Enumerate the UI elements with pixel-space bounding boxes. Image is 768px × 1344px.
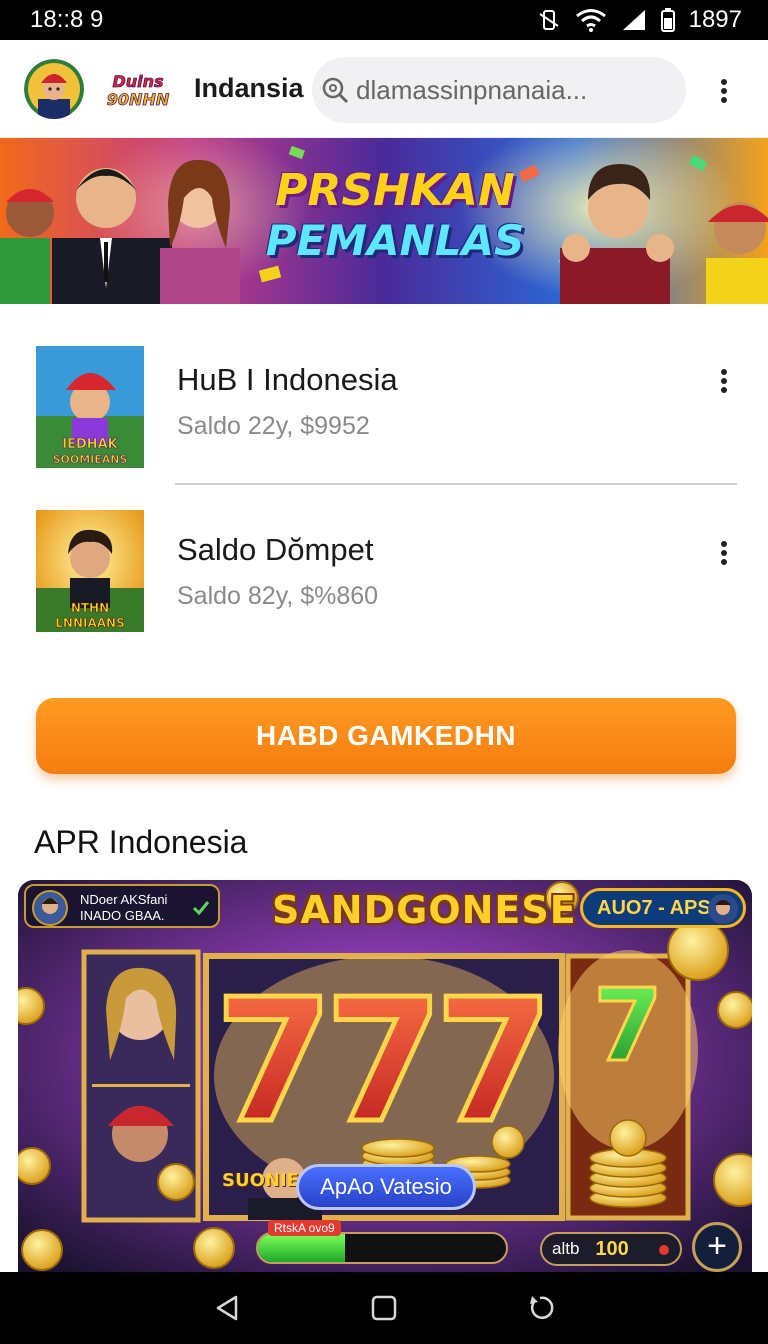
thumb-caption-line2: SOOMIEANS xyxy=(53,453,128,466)
wallet-more-icon[interactable] xyxy=(714,538,734,568)
back-icon xyxy=(216,1295,238,1321)
banner-line1: PRSHKAN xyxy=(275,165,515,216)
search-icon xyxy=(322,77,349,104)
thumb-caption-line1: NTHN xyxy=(71,601,109,615)
record-icon xyxy=(659,1245,669,1255)
wallet-title: HuB I Indonesia xyxy=(177,362,398,397)
player-name: NDoer AKSfani xyxy=(80,892,168,907)
primary-cta-button[interactable]: HABD GAMKEDHN xyxy=(36,698,736,774)
check-icon xyxy=(192,901,210,916)
header-more-icon[interactable] xyxy=(714,76,734,106)
logo-line2: 90NHN xyxy=(107,90,170,109)
wallet-balance: Saldo 82y, $%860 xyxy=(177,582,379,610)
svg-text:7: 7 xyxy=(593,967,663,1084)
progress-label: RtskA ovo9 xyxy=(268,1220,341,1236)
slot-game-artwork: 7 7 7 7 xyxy=(18,880,752,1272)
progress-bar xyxy=(256,1232,508,1264)
bet-value: 100 xyxy=(595,1237,629,1260)
wallet-more-icon[interactable] xyxy=(714,366,734,396)
wallet-balance: Saldo 22y, $9952 xyxy=(177,412,370,440)
slot-game-card[interactable]: 7 7 7 7 NDoer AKSfani INADO GBAA. SANDGO… xyxy=(18,880,752,1272)
battery-icon xyxy=(660,8,675,32)
bet-label: altb xyxy=(552,1239,580,1258)
thumb-caption-line1: IEDHAK xyxy=(62,437,118,452)
battery-text: 1897 xyxy=(688,6,742,33)
search-bar[interactable] xyxy=(312,57,686,123)
wallet-thumbnail: NTHN LNNIAANS xyxy=(36,510,144,632)
status-bar: 18::8 9 1897 xyxy=(0,0,768,40)
rotate-icon xyxy=(530,1296,554,1319)
add-bet-button[interactable]: + xyxy=(692,1222,742,1272)
vibrate-icon xyxy=(539,10,559,30)
wifi-icon xyxy=(575,9,606,32)
banner-line2: PEMANLAS xyxy=(265,216,525,265)
banner-headline: PRSHKAN PEMANLAS xyxy=(250,166,540,266)
svg-text:7: 7 xyxy=(435,963,553,1161)
signal-icon xyxy=(622,10,645,30)
svg-text:7: 7 xyxy=(325,963,443,1161)
back-button[interactable] xyxy=(208,1288,248,1328)
svg-text:7: 7 xyxy=(215,963,333,1161)
bet-display[interactable]: altb 100 xyxy=(540,1232,682,1266)
auto-play-badge[interactable]: AUO7 - APS4 xyxy=(580,888,746,928)
navigation-bar xyxy=(0,1272,768,1344)
home-button[interactable] xyxy=(364,1288,404,1328)
app-logo: Duins 90NHN xyxy=(96,66,180,111)
opponent-avatar xyxy=(708,894,738,924)
promo-banner[interactable]: PRSHKAN PEMANLAS xyxy=(0,138,768,304)
player-subtitle: INADO GBAA. xyxy=(80,908,165,923)
play-button[interactable]: ApAo Vatesio xyxy=(296,1164,476,1210)
logo-line1: Duins xyxy=(112,72,163,91)
rotate-button[interactable] xyxy=(520,1288,560,1328)
list-divider xyxy=(175,483,737,485)
section-title: APR Indonesia xyxy=(34,824,248,860)
status-icons: 1897 xyxy=(537,6,742,34)
home-icon xyxy=(371,1295,397,1321)
auto-play-label: AUO7 - APS4 xyxy=(597,896,722,919)
status-time: 18::8 9 xyxy=(30,6,104,33)
progress-fill xyxy=(258,1234,345,1262)
page-title: Indansia xyxy=(194,73,304,103)
player-badge: NDoer AKSfani INADO GBAA. xyxy=(24,884,220,928)
list-item[interactable]: IEDHAK SOOMIEANS HuB I Indonesia Saldo 2… xyxy=(0,336,768,476)
game-title: SANDGONESE xyxy=(272,888,577,932)
player-avatar xyxy=(32,890,68,926)
avatar[interactable] xyxy=(24,58,84,119)
thumb-caption-line2: LNNIAANS xyxy=(55,616,124,630)
search-input[interactable] xyxy=(356,74,656,106)
list-item[interactable]: NTHN LNNIAANS Saldo Dŏmpet Saldo 82y, $%… xyxy=(0,500,768,640)
wallet-title: Saldo Dŏmpet xyxy=(177,532,374,567)
wallet-thumbnail: IEDHAK SOOMIEANS xyxy=(36,346,144,468)
